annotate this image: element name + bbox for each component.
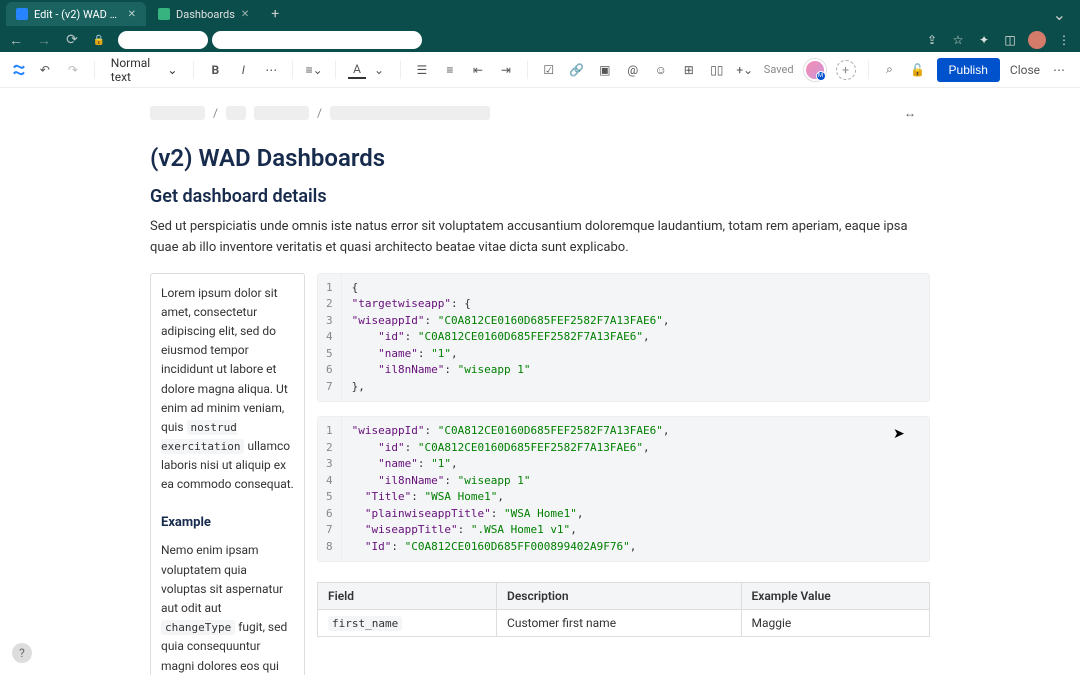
paragraph[interactable]: Nemo enim ipsam voluptatem quia voluptas… bbox=[161, 541, 294, 675]
emoji-icon[interactable]: ☺ bbox=[652, 61, 670, 79]
add-collaborator-button[interactable]: + bbox=[836, 60, 856, 80]
avatar-badge: M bbox=[816, 71, 826, 81]
address-bar: ← → ⟳ 🔒 ⇪ ☆ ✦ ◫ ⋮ bbox=[0, 28, 1080, 52]
task-icon[interactable]: ☑ bbox=[540, 61, 558, 79]
extensions-icon[interactable]: ✦ bbox=[976, 32, 992, 48]
code-content[interactable]: { "targetwiseapp": { "wiseappId": "C0A81… bbox=[342, 274, 680, 402]
confluence-logo-icon[interactable] bbox=[12, 62, 26, 78]
line-gutter: 12345678 bbox=[318, 417, 342, 561]
lock-icon[interactable]: 🔒 bbox=[92, 33, 106, 47]
table-header[interactable]: Example Value bbox=[741, 583, 930, 610]
saved-status: Saved bbox=[764, 63, 794, 76]
tab-favicon bbox=[158, 8, 170, 20]
paragraph[interactable]: Sed ut perspiciatis unde omnis iste natu… bbox=[150, 217, 930, 259]
tab-favicon bbox=[16, 8, 28, 20]
url-segment[interactable] bbox=[118, 31, 208, 49]
code-block-1[interactable]: 1234567 { "targetwiseapp": { "wiseappId"… bbox=[317, 273, 930, 403]
publish-button[interactable]: Publish bbox=[937, 58, 1000, 82]
breadcrumb: / / ↔ bbox=[150, 100, 930, 126]
profile-avatar[interactable] bbox=[1028, 31, 1046, 49]
editor-content[interactable]: / / ↔ (v2) WAD Dashboards Get dashboard … bbox=[0, 88, 1080, 675]
outdent-icon[interactable]: ⇤ bbox=[469, 61, 487, 79]
new-tab-button[interactable]: + bbox=[265, 4, 285, 24]
breadcrumb-sep: / bbox=[317, 106, 322, 120]
table-row[interactable]: first_name Customer first name Maggie bbox=[318, 610, 930, 637]
redo-icon[interactable]: ↷ bbox=[64, 61, 82, 79]
browser-chrome: Edit - (v2) WAD Dashboards - ✕ Dashboard… bbox=[0, 0, 1080, 52]
right-column: 1234567 { "targetwiseapp": { "wiseappId"… bbox=[317, 273, 930, 675]
breadcrumb-item[interactable] bbox=[254, 106, 309, 120]
layout-icon[interactable]: ▯▯ bbox=[708, 61, 726, 79]
close-icon[interactable]: ✕ bbox=[241, 9, 249, 20]
tab-title: Edit - (v2) WAD Dashboards - bbox=[34, 8, 122, 21]
bold-icon[interactable]: B bbox=[206, 61, 224, 79]
url-segment[interactable] bbox=[212, 31, 422, 49]
code-content[interactable]: "wiseappId": "C0A812CE0160D685FEF2582F7A… bbox=[342, 417, 680, 561]
close-button[interactable]: Close bbox=[1010, 63, 1040, 77]
tab-strip: Edit - (v2) WAD Dashboards - ✕ Dashboard… bbox=[0, 0, 1080, 28]
menu-icon[interactable]: ⋮ bbox=[1056, 32, 1072, 48]
number-list-icon[interactable]: ≡ bbox=[441, 61, 459, 79]
insert-more-icon[interactable]: +⌄ bbox=[736, 61, 754, 79]
image-icon[interactable]: ▣ bbox=[596, 61, 614, 79]
reload-icon[interactable]: ⟳ bbox=[64, 32, 80, 48]
more-actions-icon[interactable]: ⋯ bbox=[1050, 61, 1068, 79]
paragraph[interactable]: Lorem ipsum dolor sit amet, consectetur … bbox=[161, 284, 294, 495]
table-cell[interactable]: Maggie bbox=[741, 610, 930, 637]
close-icon[interactable]: ✕ bbox=[128, 9, 136, 20]
breadcrumb-sep: / bbox=[213, 106, 218, 120]
table-cell[interactable]: Customer first name bbox=[497, 610, 741, 637]
search-icon[interactable]: ⌕ bbox=[881, 61, 899, 79]
window-dropdown[interactable]: ⌄ bbox=[1045, 5, 1074, 24]
italic-icon[interactable]: I bbox=[234, 61, 252, 79]
chevron-down-icon[interactable]: ⌄ bbox=[370, 61, 388, 79]
align-icon[interactable]: ≡⌄ bbox=[305, 61, 323, 79]
tab-title: Dashboards bbox=[176, 8, 235, 21]
page-title[interactable]: (v2) WAD Dashboards bbox=[150, 144, 930, 172]
tab-2[interactable]: Dashboards ✕ bbox=[148, 2, 259, 26]
chevron-down-icon: ⌄ bbox=[167, 63, 177, 77]
more-format-icon[interactable]: ⋯ bbox=[262, 61, 280, 79]
side-panel-icon[interactable]: ◫ bbox=[1002, 32, 1018, 48]
link-icon[interactable]: 🔗 bbox=[568, 61, 586, 79]
mention-icon[interactable]: @ bbox=[624, 61, 642, 79]
text-style-dropdown[interactable]: Normal text ⌄ bbox=[107, 54, 182, 86]
bookmark-icon[interactable]: ☆ bbox=[950, 32, 966, 48]
breadcrumb-item[interactable] bbox=[226, 106, 246, 120]
browser-action-icons: ⇪ ☆ ✦ ◫ ⋮ bbox=[924, 31, 1072, 49]
section-heading[interactable]: Get dashboard details bbox=[150, 186, 930, 207]
response-table[interactable]: Field Description Example Value first_na… bbox=[317, 582, 930, 637]
back-icon[interactable]: ← bbox=[8, 32, 24, 48]
share-icon[interactable]: ⇪ bbox=[924, 32, 940, 48]
breadcrumb-item[interactable] bbox=[330, 106, 490, 120]
table-cell[interactable]: first_name bbox=[318, 610, 497, 637]
page-width-toggle[interactable]: ↔ bbox=[904, 106, 916, 120]
text-color-icon[interactable]: A bbox=[348, 61, 366, 79]
indent-icon[interactable]: ⇥ bbox=[497, 61, 515, 79]
editor-toolbar: ↶ ↷ Normal text ⌄ B I ⋯ ≡⌄ A ⌄ ☰ ≡ ⇤ ⇥ ☑… bbox=[0, 52, 1080, 88]
undo-icon[interactable]: ↶ bbox=[36, 61, 54, 79]
code-block-2[interactable]: 12345678 "wiseappId": "C0A812CE0160D685F… bbox=[317, 416, 930, 562]
forward-icon[interactable]: → bbox=[36, 32, 52, 48]
table-header[interactable]: Description bbox=[497, 583, 741, 610]
user-avatar[interactable]: M bbox=[804, 59, 826, 81]
table-icon[interactable]: ⊞ bbox=[680, 61, 698, 79]
sub-heading[interactable]: Example bbox=[161, 513, 294, 534]
bullet-list-icon[interactable]: ☰ bbox=[413, 61, 431, 79]
restrictions-icon[interactable]: 🔓 bbox=[909, 61, 927, 79]
line-gutter: 1234567 bbox=[318, 274, 342, 402]
tab-1[interactable]: Edit - (v2) WAD Dashboards - ✕ bbox=[6, 2, 146, 26]
breadcrumb-item[interactable] bbox=[150, 106, 205, 120]
table-header[interactable]: Field bbox=[318, 583, 497, 610]
text-style-label: Normal text bbox=[111, 56, 164, 84]
inline-code: changeType bbox=[161, 620, 235, 635]
help-button[interactable]: ? bbox=[12, 643, 32, 663]
two-column-layout: Lorem ipsum dolor sit amet, consectetur … bbox=[150, 273, 930, 675]
left-column[interactable]: Lorem ipsum dolor sit amet, consectetur … bbox=[150, 273, 305, 675]
